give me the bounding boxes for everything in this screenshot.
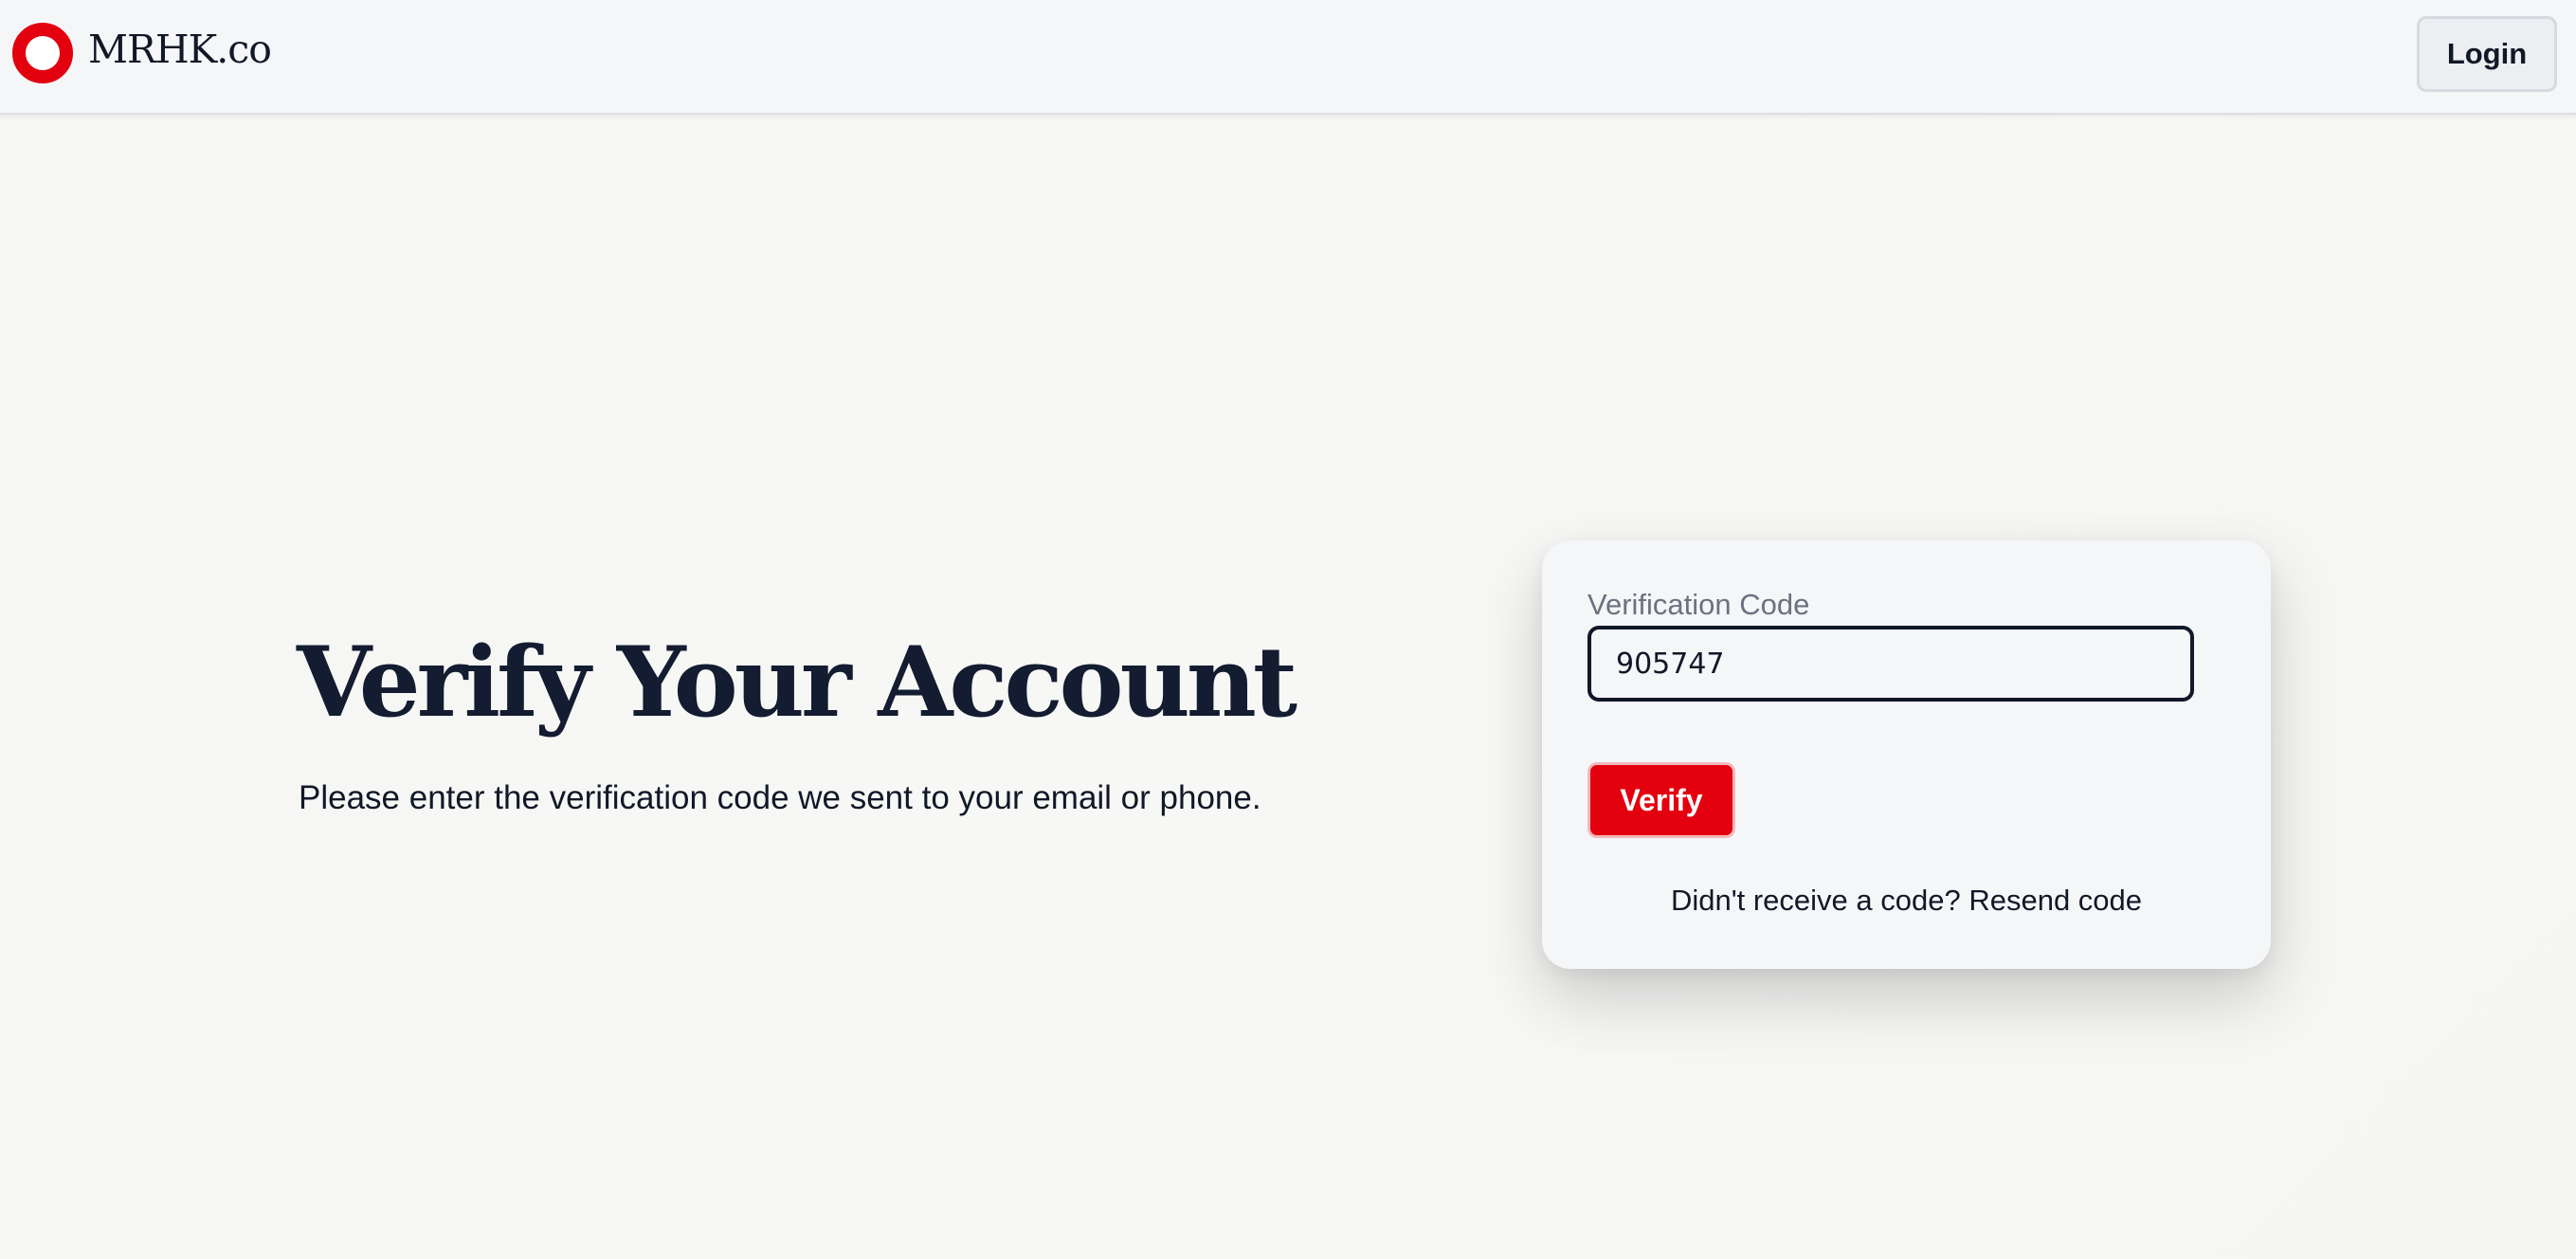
brand-name[interactable]: MRHK.co xyxy=(88,27,272,72)
verification-code-input[interactable] xyxy=(1587,626,2194,702)
verification-code-label: Verification Code xyxy=(1587,588,1810,621)
verification-card: Verification Code Verify Didn't receive … xyxy=(1542,540,2271,969)
top-nav-bar: MRHK.co Login xyxy=(0,0,2576,115)
login-button[interactable]: Login xyxy=(2417,16,2557,92)
resend-row: Didn't receive a code? Resend code xyxy=(1542,884,2271,918)
brand-logo-icon[interactable] xyxy=(12,23,73,83)
page-title: Verify Your Account xyxy=(297,626,1297,739)
resend-prompt: Didn't receive a code? xyxy=(1670,884,1961,917)
page-subtitle: Please enter the verification code we se… xyxy=(299,779,1261,816)
resend-code-link[interactable]: Resend code xyxy=(1968,884,2142,917)
verify-button[interactable]: Verify xyxy=(1587,762,1735,838)
